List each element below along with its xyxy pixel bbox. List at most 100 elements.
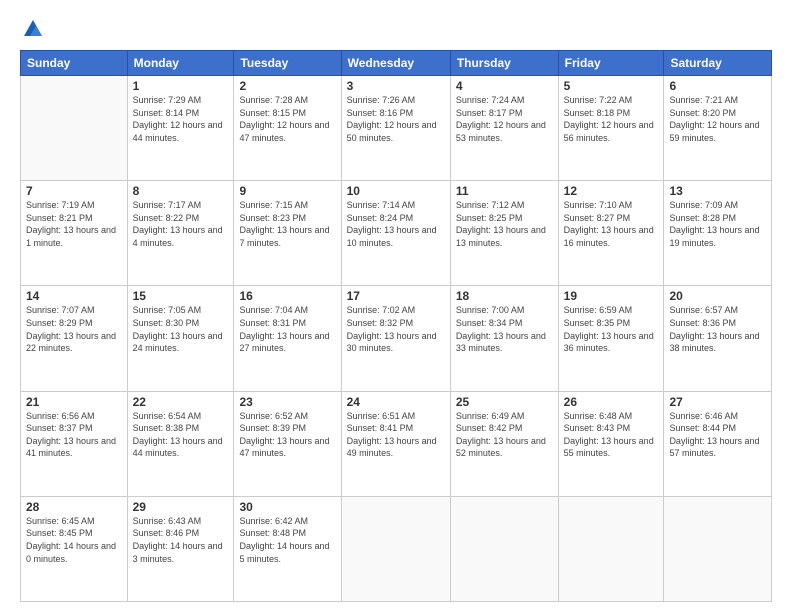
daylight-text: Daylight: 13 hours and 4 minutes. — [133, 224, 229, 249]
sunrise-text: Sunrise: 7:29 AM — [133, 94, 229, 107]
sunrise-text: Sunrise: 6:42 AM — [239, 515, 335, 528]
sunset-text: Sunset: 8:17 PM — [456, 107, 553, 120]
day-info: Sunrise: 7:02 AMSunset: 8:32 PMDaylight:… — [347, 304, 445, 354]
daylight-text: Daylight: 14 hours and 0 minutes. — [26, 540, 122, 565]
daylight-text: Daylight: 13 hours and 19 minutes. — [669, 224, 766, 249]
calendar-cell: 1Sunrise: 7:29 AMSunset: 8:14 PMDaylight… — [127, 76, 234, 181]
day-number: 16 — [239, 289, 335, 303]
calendar-cell: 26Sunrise: 6:48 AMSunset: 8:43 PMDayligh… — [558, 391, 664, 496]
calendar-cell: 3Sunrise: 7:26 AMSunset: 8:16 PMDaylight… — [341, 76, 450, 181]
calendar-cell: 25Sunrise: 6:49 AMSunset: 8:42 PMDayligh… — [450, 391, 558, 496]
day-info: Sunrise: 7:24 AMSunset: 8:17 PMDaylight:… — [456, 94, 553, 144]
day-info: Sunrise: 7:22 AMSunset: 8:18 PMDaylight:… — [564, 94, 659, 144]
calendar-cell — [21, 76, 128, 181]
sunset-text: Sunset: 8:45 PM — [26, 527, 122, 540]
sunrise-text: Sunrise: 6:43 AM — [133, 515, 229, 528]
day-number: 10 — [347, 184, 445, 198]
sunset-text: Sunset: 8:29 PM — [26, 317, 122, 330]
calendar-cell: 11Sunrise: 7:12 AMSunset: 8:25 PMDayligh… — [450, 181, 558, 286]
sunrise-text: Sunrise: 6:59 AM — [564, 304, 659, 317]
daylight-text: Daylight: 13 hours and 38 minutes. — [669, 330, 766, 355]
calendar-cell: 12Sunrise: 7:10 AMSunset: 8:27 PMDayligh… — [558, 181, 664, 286]
logo — [20, 18, 44, 40]
daylight-text: Daylight: 13 hours and 33 minutes. — [456, 330, 553, 355]
sunset-text: Sunset: 8:16 PM — [347, 107, 445, 120]
sunrise-text: Sunrise: 7:17 AM — [133, 199, 229, 212]
sunset-text: Sunset: 8:30 PM — [133, 317, 229, 330]
sunset-text: Sunset: 8:39 PM — [239, 422, 335, 435]
col-sunday: Sunday — [21, 51, 128, 76]
day-info: Sunrise: 7:05 AMSunset: 8:30 PMDaylight:… — [133, 304, 229, 354]
table-row: 14Sunrise: 7:07 AMSunset: 8:29 PMDayligh… — [21, 286, 772, 391]
day-info: Sunrise: 7:28 AMSunset: 8:15 PMDaylight:… — [239, 94, 335, 144]
day-number: 6 — [669, 79, 766, 93]
sunset-text: Sunset: 8:15 PM — [239, 107, 335, 120]
page: Sunday Monday Tuesday Wednesday Thursday… — [0, 0, 792, 612]
sunset-text: Sunset: 8:25 PM — [456, 212, 553, 225]
sunrise-text: Sunrise: 7:09 AM — [669, 199, 766, 212]
daylight-text: Daylight: 13 hours and 44 minutes. — [133, 435, 229, 460]
day-info: Sunrise: 6:49 AMSunset: 8:42 PMDaylight:… — [456, 410, 553, 460]
calendar-cell: 10Sunrise: 7:14 AMSunset: 8:24 PMDayligh… — [341, 181, 450, 286]
sunset-text: Sunset: 8:44 PM — [669, 422, 766, 435]
sunrise-text: Sunrise: 7:21 AM — [669, 94, 766, 107]
day-number: 21 — [26, 395, 122, 409]
daylight-text: Daylight: 14 hours and 3 minutes. — [133, 540, 229, 565]
daylight-text: Daylight: 12 hours and 56 minutes. — [564, 119, 659, 144]
day-number: 24 — [347, 395, 445, 409]
calendar-cell: 9Sunrise: 7:15 AMSunset: 8:23 PMDaylight… — [234, 181, 341, 286]
day-info: Sunrise: 7:10 AMSunset: 8:27 PMDaylight:… — [564, 199, 659, 249]
sunrise-text: Sunrise: 7:04 AM — [239, 304, 335, 317]
table-row: 21Sunrise: 6:56 AMSunset: 8:37 PMDayligh… — [21, 391, 772, 496]
sunset-text: Sunset: 8:35 PM — [564, 317, 659, 330]
sunset-text: Sunset: 8:36 PM — [669, 317, 766, 330]
day-number: 4 — [456, 79, 553, 93]
sunset-text: Sunset: 8:18 PM — [564, 107, 659, 120]
sunrise-text: Sunrise: 7:10 AM — [564, 199, 659, 212]
daylight-text: Daylight: 12 hours and 50 minutes. — [347, 119, 445, 144]
day-number: 2 — [239, 79, 335, 93]
day-info: Sunrise: 7:21 AMSunset: 8:20 PMDaylight:… — [669, 94, 766, 144]
sunrise-text: Sunrise: 6:56 AM — [26, 410, 122, 423]
day-info: Sunrise: 6:54 AMSunset: 8:38 PMDaylight:… — [133, 410, 229, 460]
sunset-text: Sunset: 8:14 PM — [133, 107, 229, 120]
calendar-cell: 2Sunrise: 7:28 AMSunset: 8:15 PMDaylight… — [234, 76, 341, 181]
calendar-cell: 14Sunrise: 7:07 AMSunset: 8:29 PMDayligh… — [21, 286, 128, 391]
sunrise-text: Sunrise: 7:12 AM — [456, 199, 553, 212]
sunrise-text: Sunrise: 7:26 AM — [347, 94, 445, 107]
day-info: Sunrise: 7:12 AMSunset: 8:25 PMDaylight:… — [456, 199, 553, 249]
day-number: 3 — [347, 79, 445, 93]
day-number: 14 — [26, 289, 122, 303]
day-number: 13 — [669, 184, 766, 198]
col-tuesday: Tuesday — [234, 51, 341, 76]
day-info: Sunrise: 6:43 AMSunset: 8:46 PMDaylight:… — [133, 515, 229, 565]
day-info: Sunrise: 6:46 AMSunset: 8:44 PMDaylight:… — [669, 410, 766, 460]
day-info: Sunrise: 7:26 AMSunset: 8:16 PMDaylight:… — [347, 94, 445, 144]
day-number: 12 — [564, 184, 659, 198]
day-info: Sunrise: 7:09 AMSunset: 8:28 PMDaylight:… — [669, 199, 766, 249]
daylight-text: Daylight: 13 hours and 1 minute. — [26, 224, 122, 249]
day-number: 23 — [239, 395, 335, 409]
sunset-text: Sunset: 8:42 PM — [456, 422, 553, 435]
day-info: Sunrise: 6:56 AMSunset: 8:37 PMDaylight:… — [26, 410, 122, 460]
calendar-cell: 21Sunrise: 6:56 AMSunset: 8:37 PMDayligh… — [21, 391, 128, 496]
sunset-text: Sunset: 8:43 PM — [564, 422, 659, 435]
day-info: Sunrise: 7:07 AMSunset: 8:29 PMDaylight:… — [26, 304, 122, 354]
calendar-cell: 30Sunrise: 6:42 AMSunset: 8:48 PMDayligh… — [234, 496, 341, 601]
daylight-text: Daylight: 13 hours and 30 minutes. — [347, 330, 445, 355]
day-number: 27 — [669, 395, 766, 409]
daylight-text: Daylight: 12 hours and 59 minutes. — [669, 119, 766, 144]
day-info: Sunrise: 6:52 AMSunset: 8:39 PMDaylight:… — [239, 410, 335, 460]
sunrise-text: Sunrise: 7:22 AM — [564, 94, 659, 107]
calendar-cell: 29Sunrise: 6:43 AMSunset: 8:46 PMDayligh… — [127, 496, 234, 601]
day-number: 25 — [456, 395, 553, 409]
calendar-table: Sunday Monday Tuesday Wednesday Thursday… — [20, 50, 772, 602]
day-info: Sunrise: 6:48 AMSunset: 8:43 PMDaylight:… — [564, 410, 659, 460]
table-row: 7Sunrise: 7:19 AMSunset: 8:21 PMDaylight… — [21, 181, 772, 286]
logo-icon — [22, 18, 44, 40]
day-info: Sunrise: 7:15 AMSunset: 8:23 PMDaylight:… — [239, 199, 335, 249]
calendar-header-row: Sunday Monday Tuesday Wednesday Thursday… — [21, 51, 772, 76]
day-info: Sunrise: 7:04 AMSunset: 8:31 PMDaylight:… — [239, 304, 335, 354]
calendar-cell: 18Sunrise: 7:00 AMSunset: 8:34 PMDayligh… — [450, 286, 558, 391]
sunset-text: Sunset: 8:21 PM — [26, 212, 122, 225]
